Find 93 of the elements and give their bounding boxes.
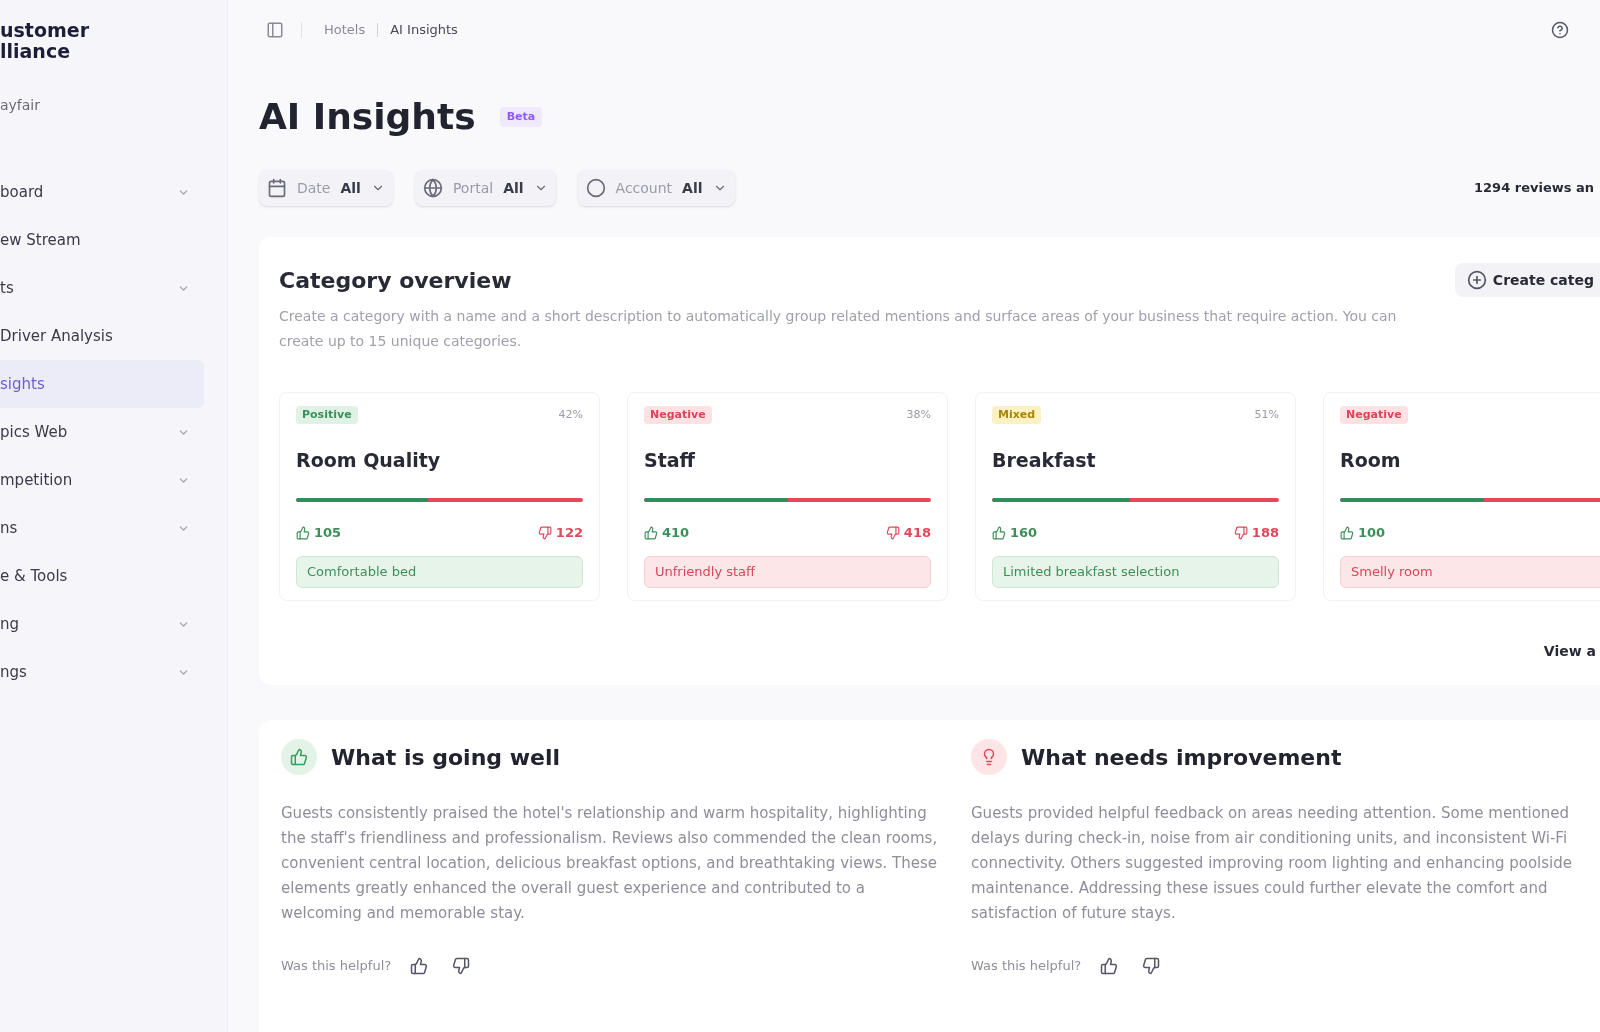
filter-label: Account <box>615 178 673 198</box>
insight-heading: What needs improvement <box>1021 743 1342 772</box>
sidebar-item[interactable]: ts <box>0 264 204 312</box>
category-title: Breakfast <box>992 448 1097 472</box>
keyword-chip[interactable]: Smelly room <box>1340 556 1600 588</box>
filter-label: Portal <box>452 178 494 198</box>
sidebar-toggle-icon <box>266 21 284 39</box>
review-count: 1294 reviews an <box>1474 179 1594 198</box>
sidebar-item-label: mpetition <box>0 469 73 491</box>
feedback-prompt: Was this helpful? <box>281 957 392 976</box>
plus-circle-icon <box>1466 270 1487 290</box>
negative-count: 122 <box>555 524 583 543</box>
positive-count: 105 <box>314 524 342 543</box>
thumbs-up-icon <box>644 526 658 540</box>
filter-value: All <box>503 178 524 198</box>
sidebar-item-label: sights <box>0 373 45 395</box>
sidebar-item-label: ng <box>0 613 20 635</box>
sidebar-item[interactable]: ng <box>0 600 204 648</box>
sidebar-item-label: e & Tools <box>0 565 68 587</box>
sentiment-badge: Negative <box>1340 405 1408 425</box>
thumbs-down-icon <box>537 526 552 540</box>
sidebar-item-label: ngs <box>0 661 27 683</box>
sidebar-item[interactable]: Driver Analysis <box>0 312 204 360</box>
category-card[interactable]: Mixed 51% Breakfast 160 188 Limited breakfast selection <box>975 392 1296 601</box>
insight-heading: What is going well <box>331 743 561 772</box>
page-title: AI Insights <box>259 95 476 139</box>
help-icon[interactable] <box>1551 21 1569 39</box>
insight-summary: Guests provided helpful feedback on areas needing attention. Some mentioned delays during check-in, noise from air conditioning units, and inconsistent Wi-Fi connectivity. Others suggested improving room lighting and enhancing poolside maintenance. Addressing these issues could further elevate the comfort and satisfaction of future stays. <box>971 803 1573 924</box>
category-title: Room <box>1340 448 1402 472</box>
circle-icon <box>585 178 606 198</box>
positive-count: 410 <box>662 524 690 543</box>
filter-dropdown[interactable]: Portal All <box>414 170 556 206</box>
negative-count: 188 <box>1251 524 1279 543</box>
section-description: Create a category with a name and a short description to automatically group related mentions and surface areas of your business that require action. You can create up to 15 unique categories. <box>279 307 1398 351</box>
sidebar-item[interactable]: board <box>0 168 204 216</box>
thumbs-down-icon <box>885 526 900 540</box>
thumbs-up-icon <box>1340 526 1354 540</box>
brand-name: ustomer <box>0 20 91 41</box>
keyword-chip[interactable]: Comfortable bed <box>296 556 583 588</box>
filter-value: All <box>340 178 361 198</box>
sentiment-badge: Positive <box>296 405 358 425</box>
category-card[interactable]: Positive 42% Room Quality 105 122 Comfortable bed <box>279 392 600 601</box>
category-card[interactable]: Negative Room 100 Smelly room <box>1323 392 1600 601</box>
hotel-name: ayfair <box>0 96 42 115</box>
sidebar-item[interactable]: pics Web <box>0 408 204 456</box>
insight-summary: Guests consistently praised the hotel's relationship and warm hospitality, highlighting the staff's friendliness and professionalism. Reviews also commended the clean rooms, convenient central location, delicious breakfast options, and breathtaking views. These elements greatly enhanced the overall guest experience and contributed to a welcoming and memorable stay. <box>281 803 939 924</box>
keyword-chip[interactable]: Limited breakfast selection <box>992 556 1279 588</box>
sidebar-item-label: ew Stream <box>0 229 81 251</box>
category-title: Staff <box>644 448 696 472</box>
negative-count: 418 <box>903 524 931 543</box>
category-card[interactable]: Negative 38% Staff 410 418 Unfriendly staff <box>627 392 948 601</box>
category-title: Room Quality <box>296 448 442 472</box>
create-category-button[interactable]: Create categ <box>1454 263 1600 297</box>
filter-label: Date <box>297 178 331 198</box>
sentiment-badge: Mixed <box>992 405 1042 425</box>
sidebar-item[interactable]: ew Stream <box>0 216 204 264</box>
thumbs-down-icon <box>452 957 471 975</box>
filter-value: All <box>682 178 703 198</box>
thumbs-down-icon <box>1142 957 1161 975</box>
calendar-icon <box>267 178 287 198</box>
category-stat: 42% <box>558 406 583 423</box>
thumbs-up-icon <box>410 957 429 975</box>
beta-badge: Beta <box>499 106 543 128</box>
breadcrumb-link[interactable]: AI Insights <box>390 20 458 40</box>
sidebar-item[interactable]: ns <box>0 504 204 552</box>
thumbs-up-icon <box>296 526 310 540</box>
sentiment-badge: Negative <box>644 405 712 425</box>
sidebar-item[interactable]: mpetition <box>0 456 204 504</box>
thumbs-up-icon <box>1100 957 1119 975</box>
sidebar-item-label: board <box>0 181 44 203</box>
globe-icon <box>422 178 443 198</box>
sidebar-item-label: pics Web <box>0 421 68 443</box>
sidebar-item-label: ts <box>0 277 14 299</box>
positive-count: 160 <box>1010 524 1038 543</box>
sidebar-item-label: ns <box>0 517 18 539</box>
sidebar-item[interactable]: e & Tools <box>0 552 204 600</box>
section-title: Category overview <box>279 266 512 295</box>
positive-count: 100 <box>1358 524 1386 543</box>
brand-name: lliance <box>0 41 72 62</box>
thumbs-up-icon <box>281 739 317 775</box>
thumbs-down-icon <box>1233 526 1248 540</box>
category-stat: 38% <box>906 406 931 423</box>
sidebar-item[interactable]: ngs <box>0 648 204 696</box>
filter-dropdown[interactable]: Date All <box>259 170 393 206</box>
sidebar-item[interactable]: sights <box>0 360 204 408</box>
feedback-prompt: Was this helpful? <box>971 957 1082 976</box>
thumbs-up-icon <box>992 526 1006 540</box>
lightbulb-icon <box>971 739 1007 775</box>
filter-dropdown[interactable]: Account All <box>577 170 735 206</box>
keyword-chip[interactable]: Unfriendly staff <box>644 556 931 588</box>
view-all-link[interactable]: View a <box>1543 640 1596 662</box>
category-stat: 51% <box>1254 406 1279 423</box>
sidebar-item-label: Driver Analysis <box>0 325 113 347</box>
